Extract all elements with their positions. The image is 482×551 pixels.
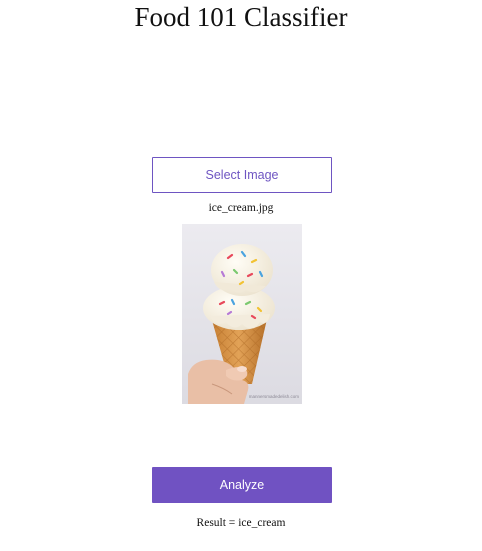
image-preview: mannersmadedelish.com <box>182 224 302 404</box>
image-watermark: mannersmadedelish.com <box>249 394 300 399</box>
analyze-button[interactable]: Analyze <box>152 467 332 503</box>
result-text: Result = ice_cream <box>0 517 482 529</box>
selected-file-name: ice_cream.jpg <box>208 202 274 214</box>
result-value: ice_cream <box>238 517 286 529</box>
select-image-button[interactable]: Select Image <box>152 157 332 193</box>
result-prefix: Result = <box>196 517 239 529</box>
ice-cream-photo: mannersmadedelish.com <box>182 224 302 404</box>
page-title: Food 101 Classifier <box>134 2 348 32</box>
